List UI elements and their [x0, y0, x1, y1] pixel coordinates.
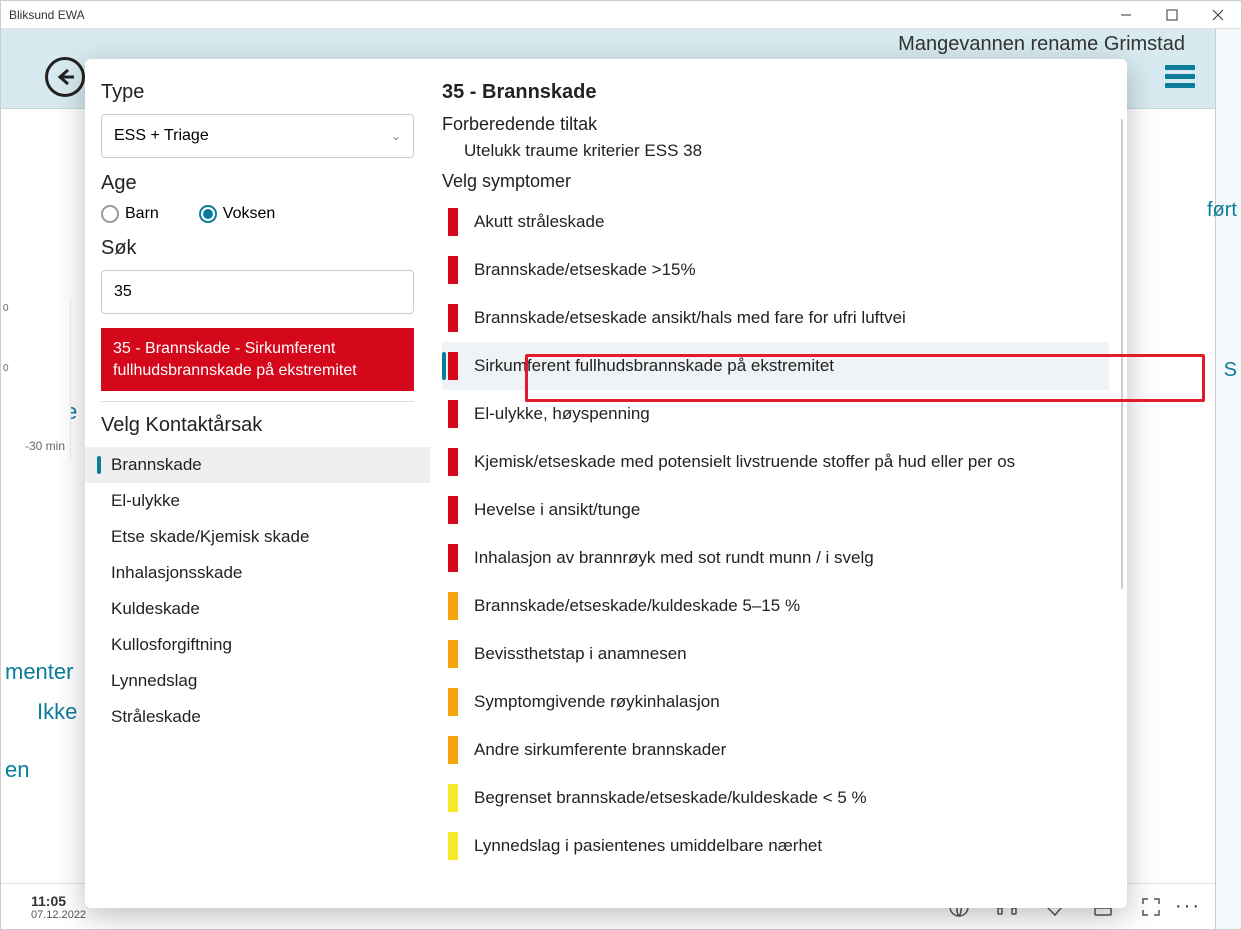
right-side-panel: ført S: [1215, 29, 1241, 929]
symptom-item[interactable]: Lynnedslag i pasientenes umiddelbare nær…: [442, 822, 1109, 870]
radio-icon: [101, 205, 119, 223]
radio-label: Barn: [125, 205, 159, 223]
symptom-label: Kjemisk/etseskade med potensielt livstru…: [474, 452, 1015, 472]
symptom-item[interactable]: Brannskade/etseskade ansikt/hals med far…: [442, 294, 1109, 342]
menu-button[interactable]: [1165, 61, 1195, 92]
symptom-label: Lynnedslag i pasientenes umiddelbare nær…: [474, 836, 822, 856]
titlebar: Bliksund EWA: [1, 1, 1241, 29]
app-title: Bliksund EWA: [9, 8, 85, 22]
contact-reason-list: BrannskadeEl-ulykkeEtse skade/Kjemisk sk…: [85, 447, 430, 735]
bg-text: menter: [5, 659, 73, 685]
expand-icon[interactable]: [1139, 895, 1163, 919]
result-label: 35 - Brannskade - Sirkumferent fullhudsb…: [113, 340, 357, 379]
symptom-label: Brannskade/etseskade/kuldeskade 5–15 %: [474, 596, 800, 616]
symptom-label: Inhalasjon av brannrøyk med sot rundt mu…: [474, 548, 874, 568]
symptom-item[interactable]: Begrenset brannskade/etseskade/kuldeskad…: [442, 774, 1109, 822]
priority-bar-red: [448, 448, 458, 476]
age-label: Age: [101, 172, 430, 195]
back-button[interactable]: [45, 57, 85, 97]
bg-text: en: [5, 757, 29, 783]
hamburger-icon: [1165, 65, 1195, 70]
prep-label: Forberedende tiltak: [442, 114, 1109, 135]
symptom-item[interactable]: El-ulykke, høyspenning: [442, 390, 1109, 438]
type-label: Type: [101, 81, 430, 104]
page-header-text: Mangevannen rename Grimstad: [898, 33, 1185, 56]
symptom-item[interactable]: Brannskade/etseskade/kuldeskade 5–15 %: [442, 582, 1109, 630]
symptom-label: Begrenset brannskade/etseskade/kuldeskad…: [474, 788, 867, 808]
search-input[interactable]: [101, 270, 414, 314]
contact-reason-item[interactable]: Etse skade/Kjemisk skade: [85, 519, 430, 555]
bg-chart-axis: 0 0 -30 min: [1, 299, 71, 459]
symptom-label: El-ulykke, høyspenning: [474, 404, 650, 424]
type-select[interactable]: ESS + Triage ⌄: [101, 114, 414, 158]
bg-text: ført: [1207, 199, 1237, 222]
modal-left-panel: Type ESS + Triage ⌄ Age Barn Voksen Søk: [85, 59, 430, 908]
detail-title: 35 - Brannskade: [442, 81, 1109, 104]
priority-bar-red: [448, 496, 458, 524]
radio-label: Voksen: [223, 205, 275, 223]
symptom-label: Sirkumferent fullhudsbrannskade på ekstr…: [474, 356, 834, 376]
symptom-label: Hevelse i ansikt/tunge: [474, 500, 640, 520]
contact-reason-item[interactable]: Lynnedslag: [85, 663, 430, 699]
triage-modal: Type ESS + Triage ⌄ Age Barn Voksen Søk: [85, 59, 1127, 908]
window-maximize-button[interactable]: [1149, 1, 1195, 29]
priority-bar-red: [448, 544, 458, 572]
bg-text: Ikke: [37, 699, 77, 725]
priority-bar-yellow: [448, 784, 458, 812]
prep-item[interactable]: Utelukk traume kriterier ESS 38: [464, 141, 1109, 161]
symptom-item[interactable]: Andre sirkumferente brannskader: [442, 726, 1109, 774]
chevron-down-icon: ⌄: [391, 129, 401, 143]
age-radio-voksen[interactable]: Voksen: [199, 205, 275, 223]
symptom-item[interactable]: Akutt stråleskade: [442, 198, 1109, 246]
scrollbar[interactable]: [1121, 119, 1123, 589]
symptom-list: Akutt stråleskade Brannskade/etseskade >1…: [442, 198, 1109, 870]
symptom-label: Akutt stråleskade: [474, 212, 604, 232]
symptom-label: Bevissthetstap i anamnesen: [474, 644, 687, 664]
search-result-item[interactable]: 35 - Brannskade - Sirkumferent fullhudsb…: [101, 328, 414, 391]
bg-text: S: [1224, 359, 1237, 382]
symptom-item[interactable]: Hevelse i ansikt/tunge: [442, 486, 1109, 534]
symptom-item[interactable]: Symptomgivende røykinhalasjon: [442, 678, 1109, 726]
clock-time: 11:05: [31, 893, 86, 909]
symptom-label: Brannskade/etseskade ansikt/hals med far…: [474, 308, 906, 328]
modal-right-panel: 35 - Brannskade Forberedende tiltak Utel…: [430, 59, 1127, 908]
contact-reason-item[interactable]: Stråleskade: [85, 699, 430, 735]
priority-bar-orange: [448, 640, 458, 668]
symptom-item[interactable]: Sirkumferent fullhudsbrannskade på ekstr…: [442, 342, 1109, 390]
priority-bar-red: [448, 256, 458, 284]
symptom-item[interactable]: Kjemisk/etseskade med potensielt livstru…: [442, 438, 1109, 486]
age-radio-barn[interactable]: Barn: [101, 205, 159, 223]
contact-reason-item[interactable]: Brannskade: [85, 447, 430, 483]
priority-bar-red: [448, 400, 458, 428]
symptom-item[interactable]: Bevissthetstap i anamnesen: [442, 630, 1109, 678]
priority-bar-red: [448, 304, 458, 332]
priority-bar-orange: [448, 592, 458, 620]
contact-reason-item[interactable]: Kullosforgiftning: [85, 627, 430, 663]
priority-bar-orange: [448, 688, 458, 716]
app-window: Bliksund EWA Mangevannen rename Grimstad…: [0, 0, 1242, 930]
symptom-item[interactable]: Inhalasjon av brannrøyk med sot rundt mu…: [442, 534, 1109, 582]
radio-icon: [199, 205, 217, 223]
priority-bar-red: [448, 208, 458, 236]
divider: [101, 401, 414, 402]
window-minimize-button[interactable]: [1103, 1, 1149, 29]
contact-reason-item[interactable]: El-ulykke: [85, 483, 430, 519]
symptom-item[interactable]: Brannskade/etseskade >15%: [442, 246, 1109, 294]
symptom-label: Andre sirkumferente brannskader: [474, 740, 726, 760]
window-close-button[interactable]: [1195, 1, 1241, 29]
contact-reason-item[interactable]: Kuldeskade: [85, 591, 430, 627]
priority-bar-orange: [448, 736, 458, 764]
type-select-value: ESS + Triage: [114, 127, 209, 145]
symptom-label: Symptomgivende røykinhalasjon: [474, 692, 720, 712]
clock-date: 07.12.2022: [31, 909, 86, 921]
symptom-label: Brannskade/etseskade >15%: [474, 260, 696, 280]
search-label: Søk: [101, 237, 430, 260]
contact-reason-label: Velg Kontaktårsak: [101, 414, 430, 437]
contact-reason-item[interactable]: Inhalasjonsskade: [85, 555, 430, 591]
priority-bar-red: [448, 352, 458, 380]
more-menu-button[interactable]: ···: [1175, 895, 1201, 918]
arrow-left-icon: [54, 66, 76, 88]
priority-bar-yellow: [448, 832, 458, 860]
symptom-label: Velg symptomer: [442, 171, 1109, 192]
